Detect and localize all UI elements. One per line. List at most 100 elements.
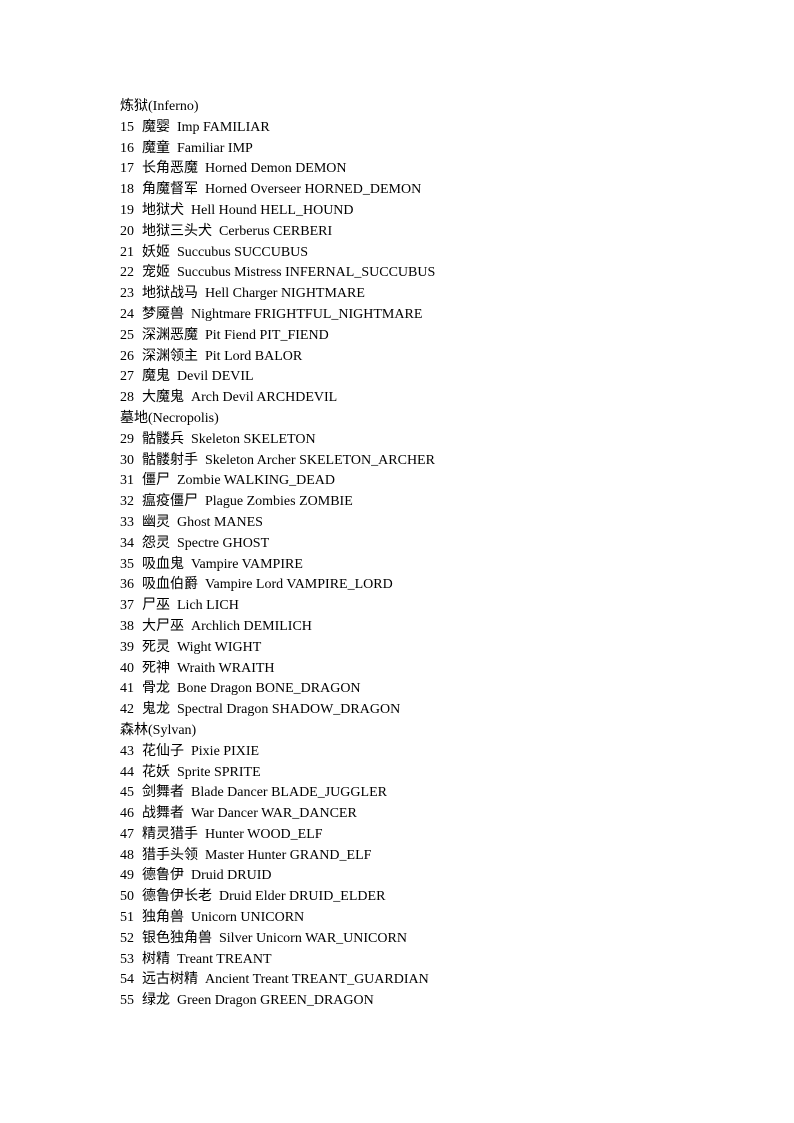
creature-entry: 44 花妖 Sprite SPRITE <box>120 763 435 784</box>
creature-entry: 24 梦魇兽 Nightmare FRIGHTFUL_NIGHTMARE <box>120 305 435 326</box>
entry-chinese-name: 大尸巫 <box>142 618 184 634</box>
creature-entry: 54 远古树精 Ancient Treant TREANT_GUARDIAN <box>120 970 435 991</box>
entry-english-name: Hell Charger NIGHTMARE <box>205 286 365 302</box>
entry-english-name: Ghost MANES <box>177 514 263 530</box>
creature-entry: 35 吸血鬼 Vampire VAMPIRE <box>120 555 435 576</box>
entry-number: 35 <box>120 556 134 572</box>
creature-entry: 49 德鲁伊 Druid DRUID <box>120 866 435 887</box>
creature-entry: 18 角魔督军 Horned Overseer HORNED_DEMON <box>120 180 435 201</box>
entry-number: 38 <box>120 618 134 634</box>
entry-chinese-name: 深渊领主 <box>142 348 198 364</box>
entry-english-name: Spectral Dragon SHADOW_DRAGON <box>177 702 401 718</box>
entry-chinese-name: 德鲁伊长老 <box>142 889 212 905</box>
entry-english-name: Silver Unicorn WAR_UNICORN <box>219 930 407 946</box>
entry-chinese-name: 大魔鬼 <box>142 390 184 406</box>
entry-chinese-name: 吸血鬼 <box>142 556 184 572</box>
entry-number: 25 <box>120 327 134 343</box>
entry-number: 33 <box>120 514 134 530</box>
entry-chinese-name: 剑舞者 <box>142 785 184 801</box>
creature-entry: 19 地狱犬 Hell Hound HELL_HOUND <box>120 201 435 222</box>
entry-chinese-name: 幽灵 <box>142 514 170 530</box>
entry-number: 20 <box>120 223 134 239</box>
entry-english-name: Vampire VAMPIRE <box>191 556 303 572</box>
entry-number: 19 <box>120 202 134 218</box>
entry-english-name: Pit Fiend PIT_FIEND <box>205 327 329 343</box>
entry-number: 15 <box>120 119 134 135</box>
creature-entry: 42 鬼龙 Spectral Dragon SHADOW_DRAGON <box>120 700 435 721</box>
entry-number: 45 <box>120 785 134 801</box>
entry-english-name: Skeleton SKELETON <box>191 431 316 447</box>
entry-chinese-name: 吸血伯爵 <box>142 577 198 593</box>
entry-number: 49 <box>120 868 134 884</box>
entry-chinese-name: 地狱战马 <box>142 286 198 302</box>
entry-chinese-name: 魔童 <box>142 140 170 156</box>
entry-number: 22 <box>120 265 134 281</box>
creature-entry: 25 深渊恶魔 Pit Fiend PIT_FIEND <box>120 326 435 347</box>
entry-english-name: Wraith WRAITH <box>177 660 275 676</box>
entry-chinese-name: 魔婴 <box>142 119 170 135</box>
section-heading: 炼狱(Inferno) <box>120 99 199 114</box>
creature-entry: 55 绿龙 Green Dragon GREEN_DRAGON <box>120 991 435 1012</box>
entry-number: 26 <box>120 348 134 364</box>
creature-entry: 52 银色独角兽 Silver Unicorn WAR_UNICORN <box>120 929 435 950</box>
entry-english-name: Treant TREANT <box>177 951 272 967</box>
entry-chinese-name: 宠姬 <box>142 265 170 281</box>
entry-english-name: Hell Hound HELL_HOUND <box>191 202 354 218</box>
entry-number: 17 <box>120 161 134 177</box>
entry-number: 42 <box>120 702 134 718</box>
entry-number: 54 <box>120 972 134 988</box>
entry-english-name: Arch Devil ARCHDEVIL <box>191 390 338 406</box>
entry-number: 55 <box>120 993 134 1009</box>
entry-chinese-name: 远古树精 <box>142 972 198 988</box>
entry-number: 27 <box>120 369 134 385</box>
entry-chinese-name: 骷髅兵 <box>142 431 184 447</box>
entry-english-name: Spectre GHOST <box>177 535 270 551</box>
entry-chinese-name: 僵尸 <box>142 473 170 489</box>
entry-chinese-name: 怨灵 <box>142 535 170 551</box>
entry-number: 18 <box>120 182 134 198</box>
entry-chinese-name: 银色独角兽 <box>142 930 212 946</box>
entry-number: 43 <box>120 743 134 759</box>
entry-chinese-name: 妖姬 <box>142 244 170 260</box>
entry-english-name: Pixie PIXIE <box>191 743 260 759</box>
entry-chinese-name: 地狱三头犬 <box>142 223 212 239</box>
creature-entry: 34 怨灵 Spectre GHOST <box>120 534 435 555</box>
entry-number: 53 <box>120 951 134 967</box>
creature-entry: 28 大魔鬼 Arch Devil ARCHDEVIL <box>120 388 435 409</box>
creature-entry: 20 地狱三头犬 Cerberus CERBERI <box>120 222 435 243</box>
entry-english-name: Vampire Lord VAMPIRE_LORD <box>205 577 393 593</box>
creature-entry: 26 深渊领主 Pit Lord BALOR <box>120 347 435 368</box>
entry-english-name: Zombie WALKING_DEAD <box>177 473 335 489</box>
entry-english-name: Cerberus CERBERI <box>219 223 333 239</box>
entry-chinese-name: 鬼龙 <box>142 702 170 718</box>
creature-entry: 39 死灵 Wight WIGHT <box>120 638 435 659</box>
entry-english-name: Archlich DEMILICH <box>191 618 312 634</box>
entry-english-name: Horned Demon DEMON <box>205 161 347 177</box>
creature-entry: 47 精灵猎手 Hunter WOOD_ELF <box>120 825 435 846</box>
entry-chinese-name: 死灵 <box>142 639 170 655</box>
entry-number: 34 <box>120 535 134 551</box>
entry-english-name: Nightmare FRIGHTFUL_NIGHTMARE <box>191 306 423 322</box>
creature-entry: 16 魔童 Familiar IMP <box>120 139 435 160</box>
entry-english-name: Lich LICH <box>177 598 239 614</box>
entry-number: 37 <box>120 598 134 614</box>
entry-chinese-name: 瘟疫僵尸 <box>142 494 198 510</box>
entry-english-name: Bone Dragon BONE_DRAGON <box>177 681 361 697</box>
entry-number: 16 <box>120 140 134 156</box>
entry-english-name: Druid DRUID <box>191 868 272 884</box>
section-heading: 墓地(Necropolis) <box>120 410 219 426</box>
entry-number: 30 <box>120 452 134 468</box>
entry-english-name: Familiar IMP <box>177 140 253 156</box>
entry-chinese-name: 角魔督军 <box>142 182 198 198</box>
entry-english-name: Druid Elder DRUID_ELDER <box>219 889 386 905</box>
entry-english-name: Hunter WOOD_ELF <box>205 826 323 842</box>
entry-number: 48 <box>120 847 134 863</box>
entry-english-name: Succubus SUCCUBUS <box>177 244 309 260</box>
entry-chinese-name: 魔鬼 <box>142 369 170 385</box>
entry-number: 31 <box>120 473 134 489</box>
entry-english-name: Devil DEVIL <box>177 369 254 385</box>
creature-entry: 37 尸巫 Lich LICH <box>120 596 435 617</box>
entry-chinese-name: 骨龙 <box>142 681 170 697</box>
entry-chinese-name: 深渊恶魔 <box>142 327 198 343</box>
creature-entry: 48 猎手头领 Master Hunter GRAND_ELF <box>120 846 435 867</box>
